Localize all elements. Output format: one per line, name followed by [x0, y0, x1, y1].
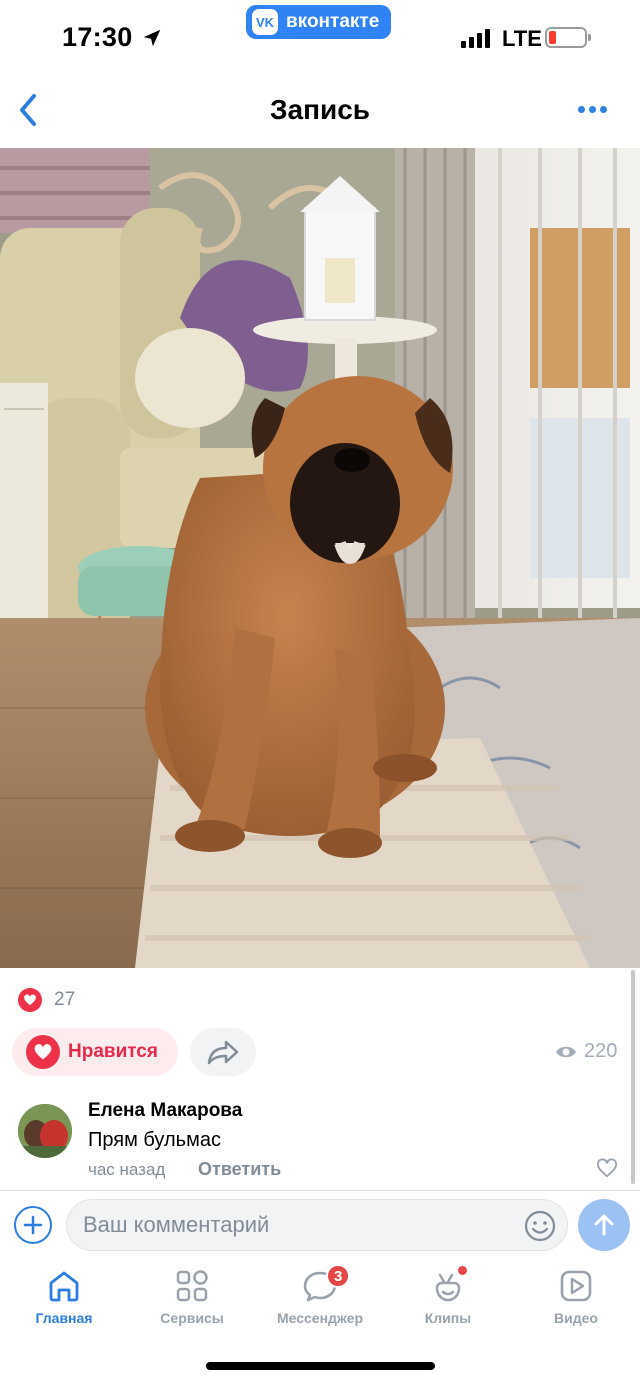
comment-input[interactable] [83, 1200, 513, 1250]
tab-label: Сервисы [160, 1310, 224, 1326]
eye-icon [556, 1046, 576, 1057]
likes-count: 27 [54, 989, 76, 1010]
app-return-pill[interactable]: VK вконтакте [246, 5, 392, 39]
status-time-group: 17:30 [62, 22, 163, 53]
share-button[interactable] [190, 1028, 256, 1076]
tab-messenger[interactable]: 3 Мессенджер [256, 1262, 384, 1338]
battery-icon [545, 27, 591, 48]
tab-label: Видео [554, 1310, 598, 1326]
video-icon [560, 1270, 592, 1302]
heart-icon [18, 988, 42, 1012]
scrollbar[interactable] [631, 970, 635, 1184]
nav-bar: Запись [0, 76, 640, 146]
send-button[interactable] [578, 1199, 630, 1251]
views-count: 220 [584, 1040, 618, 1062]
smile-icon[interactable] [523, 1209, 557, 1243]
tab-label: Мессенджер [276, 1310, 364, 1326]
home-icon [49, 1271, 79, 1302]
tab-clips[interactable]: Клипы [384, 1262, 512, 1338]
app-pill-label: вконтакте [286, 11, 380, 32]
likes-summary[interactable]: 27 [18, 988, 75, 1012]
unread-badge: 3 [326, 1264, 351, 1288]
comment-author[interactable]: Елена Макарова [88, 1100, 242, 1122]
tab-home[interactable]: Главная [0, 1262, 128, 1338]
comment-composer [0, 1192, 640, 1262]
heart-icon [26, 1035, 60, 1069]
like-button[interactable]: Нравится [12, 1028, 178, 1076]
comment-time: час назад [88, 1160, 166, 1179]
comment-text: Прям бульмас [88, 1129, 221, 1151]
add-attachment-button[interactable] [14, 1206, 52, 1244]
views-counter: 220 [555, 1040, 617, 1063]
signal-icon [461, 28, 490, 48]
page-title: Запись [269, 94, 371, 125]
comment-item: Елена Макарова Прям бульмас час назад От… [0, 1098, 640, 1188]
share-arrow-icon [207, 1040, 239, 1065]
heart-outline-icon[interactable] [596, 1158, 618, 1178]
tab-video[interactable]: Видео [512, 1262, 640, 1338]
network-type: LTE [502, 26, 542, 51]
home-indicator [206, 1362, 435, 1370]
tab-bar: Главная Сервисы 3 Мессенджер Клипы Видео [0, 1262, 640, 1338]
post-image[interactable] [0, 148, 640, 968]
tab-label: Главная [35, 1310, 93, 1326]
divider [0, 1190, 640, 1191]
status-bar: 17:30 VK вконтакте LTE [0, 0, 640, 76]
plus-icon [23, 1215, 43, 1235]
comment-field [66, 1199, 568, 1251]
more-dots-icon[interactable] [578, 106, 607, 113]
services-icon [176, 1270, 208, 1302]
new-indicator-dot [458, 1266, 467, 1275]
like-button-label: Нравится [68, 1041, 158, 1062]
tab-services[interactable]: Сервисы [128, 1262, 256, 1338]
location-arrow-icon [143, 29, 160, 46]
send-arrow-icon [594, 1214, 614, 1236]
reply-button[interactable]: Ответить [198, 1159, 281, 1180]
tab-label: Клипы [424, 1310, 472, 1326]
status-time: 17:30 [62, 22, 133, 52]
avatar[interactable] [18, 1104, 72, 1158]
vk-logo: VK [252, 9, 278, 35]
